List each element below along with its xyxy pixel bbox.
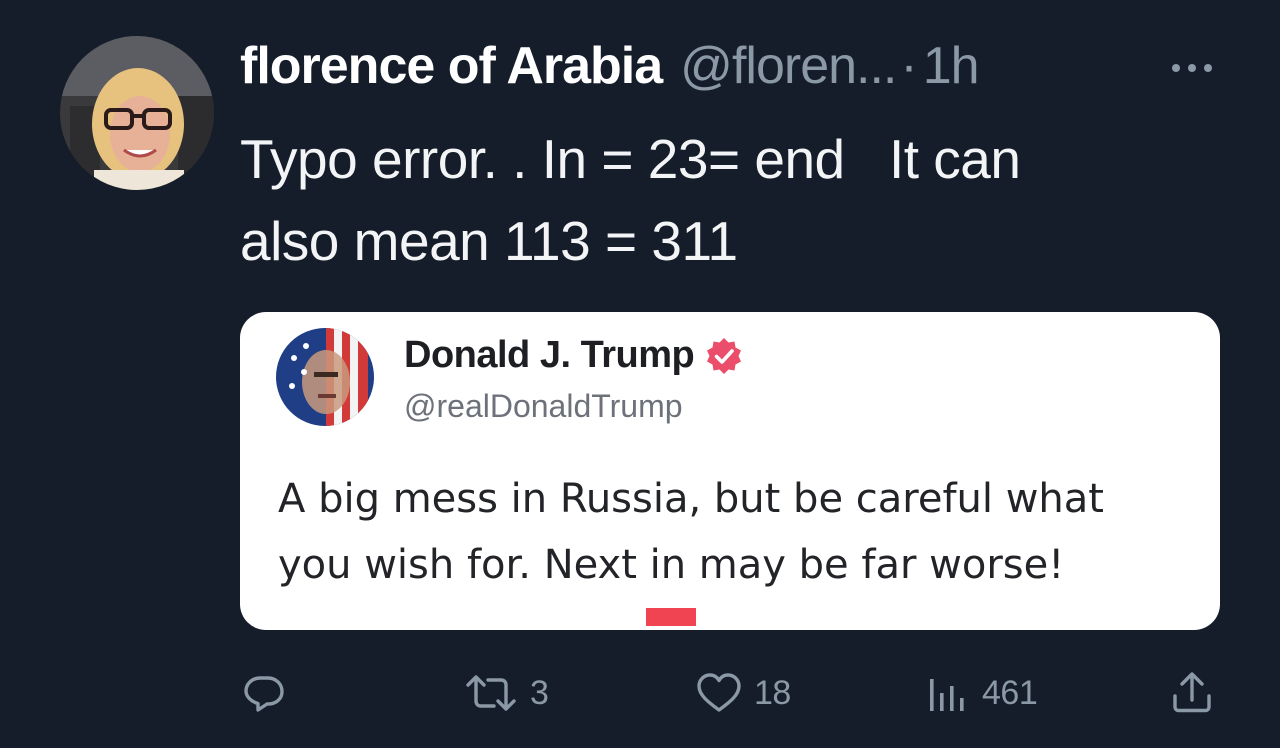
- analytics-icon: [926, 669, 972, 717]
- quoted-author-name[interactable]: Donald J. Trump: [404, 334, 695, 377]
- tweet-header: florence of Arabia @floren... · 1h: [240, 34, 980, 98]
- tweet-timestamp[interactable]: 1h: [923, 36, 980, 96]
- quoted-text-segment: you wish for. Next: [278, 542, 650, 588]
- author-handle[interactable]: @floren...: [680, 36, 897, 96]
- tweet-text: Typo error. . In = 23= end It can also m…: [240, 118, 1240, 282]
- repost-button[interactable]: 3: [462, 668, 549, 718]
- repost-count: 3: [530, 673, 549, 712]
- author-avatar[interactable]: [60, 36, 214, 190]
- like-count: 18: [754, 673, 791, 712]
- reply-button[interactable]: [240, 668, 288, 718]
- tweet-text-line: Typo error. . In = 23= end It can: [240, 128, 1021, 190]
- tweet-action-bar: 3 18 461: [0, 668, 1280, 718]
- quoted-text-segment: may be far worse!: [686, 542, 1065, 588]
- quoted-name-row: Donald J. Trump: [404, 334, 744, 377]
- like-button[interactable]: 18: [694, 668, 791, 718]
- author-display-name[interactable]: florence of Arabia: [240, 36, 663, 96]
- views-button[interactable]: 461: [926, 668, 1038, 718]
- views-count: 461: [982, 673, 1038, 712]
- quoted-text-line: you wish for. Next in may be far worse!: [278, 532, 1198, 626]
- header-separator: ·: [900, 37, 917, 95]
- quoted-author-handle[interactable]: @realDonaldTrump: [404, 388, 683, 425]
- repost-icon: [462, 669, 520, 717]
- highlighted-word-text: in: [649, 542, 687, 588]
- heart-icon: [694, 669, 744, 717]
- share-icon: [1168, 669, 1216, 717]
- quoted-author-avatar[interactable]: [276, 328, 374, 426]
- quoted-post-text: A big mess in Russia, but be careful wha…: [278, 466, 1198, 626]
- reply-icon: [240, 669, 288, 717]
- quoted-text-line: A big mess in Russia, but be careful wha…: [278, 476, 1104, 522]
- tweet-text-line: also mean 113 = 311: [240, 210, 738, 272]
- more-horizontal-icon[interactable]: [1168, 56, 1216, 80]
- verified-badge-icon: [704, 336, 744, 376]
- highlight-underline-mark: [645, 608, 696, 626]
- quoted-post-card[interactable]: Donald J. Trump @realDonaldTrump A big m…: [240, 312, 1220, 630]
- highlighted-word: in: [645, 532, 696, 626]
- share-button[interactable]: [1168, 668, 1216, 718]
